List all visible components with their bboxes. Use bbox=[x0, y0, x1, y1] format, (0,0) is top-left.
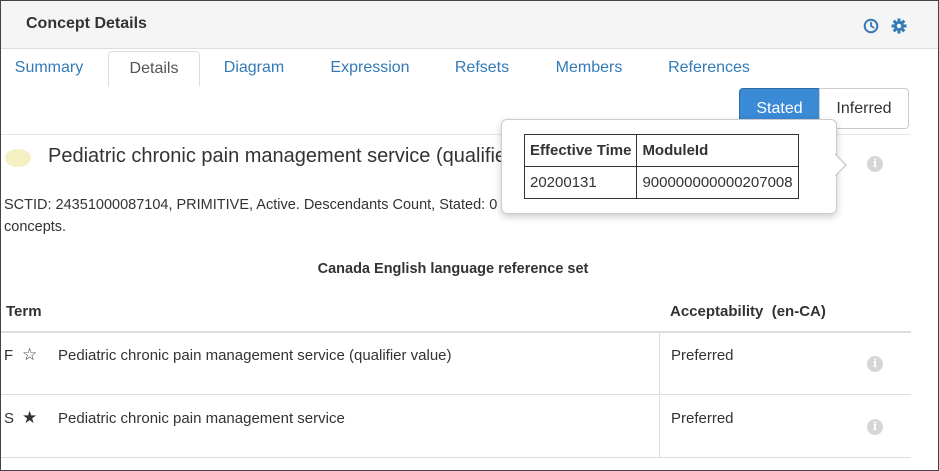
description-term: Pediatric chronic pain management servic… bbox=[58, 347, 452, 364]
star-filled-icon[interactable]: ★ bbox=[22, 408, 37, 428]
refset-title: Canada English language reference set bbox=[317, 261, 589, 277]
concept-status-dot bbox=[5, 149, 31, 167]
tab-expression[interactable]: Expression bbox=[321, 49, 419, 87]
module-id-value: 900000000000207008 bbox=[636, 166, 799, 199]
description-type: F bbox=[4, 347, 14, 364]
tab-details[interactable]: Details bbox=[108, 51, 200, 87]
tab-summary[interactable]: Summary bbox=[7, 49, 91, 87]
term-column-header: Term bbox=[6, 303, 42, 320]
info-icon[interactable]: i bbox=[867, 419, 883, 435]
popover-arrow-inner bbox=[834, 154, 845, 176]
popover-table: Effective Time ModuleId 20200131 9000000… bbox=[523, 134, 799, 199]
info-icon[interactable]: i bbox=[867, 356, 883, 372]
acceptability-value: Preferred bbox=[671, 347, 734, 364]
tab-members[interactable]: Members bbox=[545, 49, 633, 87]
info-icon[interactable]: i bbox=[867, 156, 883, 172]
table-header: Term Acceptability (en-CA) bbox=[1, 301, 911, 333]
table-row: F ☆ Pediatric chronic pain management se… bbox=[1, 333, 911, 395]
concept-title: Pediatric chronic pain management servic… bbox=[48, 145, 573, 167]
column-divider bbox=[659, 333, 660, 395]
concept-info-line: SCTID: 24351000087104, PRIMITIVE, Active… bbox=[4, 197, 498, 235]
module-id-header: ModuleId bbox=[636, 134, 799, 167]
panel-header: Concept Details bbox=[1, 1, 938, 49]
description-term: Pediatric chronic pain management servic… bbox=[58, 410, 345, 427]
tab-bar: Summary Details Diagram Expression Refse… bbox=[1, 49, 938, 87]
concept-details-panel: Concept Details Summary Details Diagram … bbox=[0, 0, 939, 471]
acceptability-column-header: Acceptability (en-CA) bbox=[670, 303, 826, 320]
effective-time-popover: Effective Time ModuleId 20200131 9000000… bbox=[501, 119, 837, 214]
description-type: S bbox=[4, 410, 15, 427]
history-icon[interactable] bbox=[863, 18, 879, 34]
gear-icon[interactable] bbox=[891, 18, 907, 34]
acceptability-value: Preferred bbox=[671, 410, 734, 427]
tab-diagram[interactable]: Diagram bbox=[215, 49, 293, 87]
effective-time-header: Effective Time bbox=[523, 134, 638, 167]
table-row: S ★ Pediatric chronic pain management se… bbox=[1, 396, 911, 458]
star-outline-icon[interactable]: ☆ bbox=[22, 345, 37, 365]
column-divider bbox=[659, 396, 660, 458]
effective-time-value: 20200131 bbox=[523, 166, 638, 199]
panel-title: Concept Details bbox=[26, 15, 147, 32]
tab-refsets[interactable]: Refsets bbox=[446, 49, 518, 87]
tab-references[interactable]: References bbox=[658, 49, 760, 87]
